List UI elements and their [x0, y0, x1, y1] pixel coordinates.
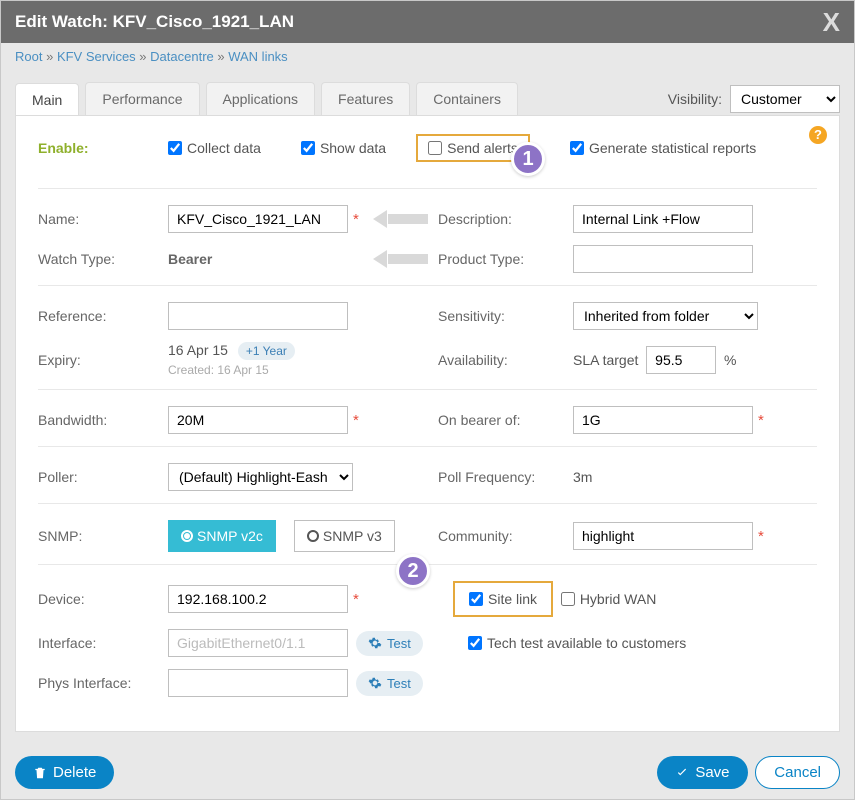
visibility-label: Visibility: — [668, 91, 722, 107]
crumb-l3[interactable]: WAN links — [228, 49, 287, 64]
close-icon[interactable]: X — [823, 9, 840, 35]
snmp-label: SNMP: — [38, 528, 168, 544]
cb-stats[interactable]: Generate statistical reports — [570, 140, 756, 156]
pfreq-label: Poll Frequency: — [438, 469, 573, 485]
name-input[interactable] — [168, 205, 348, 233]
req-marker: * — [353, 211, 359, 228]
sens-label: Sensitivity: — [438, 308, 573, 324]
desc-input[interactable] — [573, 205, 753, 233]
arrow-icon — [373, 210, 428, 228]
phys-label: Phys Interface: — [38, 675, 168, 691]
help-icon[interactable]: ? — [809, 126, 827, 144]
device-input[interactable] — [168, 585, 348, 613]
poller-label: Poller: — [38, 469, 168, 485]
arrow-icon — [373, 250, 428, 268]
device-label: Device: — [38, 591, 168, 607]
crumb-l2[interactable]: Datacentre — [150, 49, 214, 64]
delete-button[interactable]: Delete — [15, 756, 114, 789]
test-phys-button[interactable]: Test — [356, 671, 423, 696]
avail-label: Availability: — [438, 352, 573, 368]
tab-perf[interactable]: Performance — [85, 82, 199, 115]
cb-tech[interactable]: Tech test available to customers — [468, 635, 686, 651]
sens-select[interactable]: Inherited from folder — [573, 302, 758, 330]
crumb-l1[interactable]: KFV Services — [57, 49, 136, 64]
desc-label: Description: — [438, 211, 573, 227]
step-badge-1: 1 — [511, 142, 545, 176]
save-button[interactable]: Save — [657, 756, 747, 789]
bw-input[interactable] — [168, 406, 348, 434]
title-bar: Edit Watch: KFV_Cisco_1921_LAN X — [1, 1, 854, 43]
iface-label: Interface: — [38, 635, 168, 651]
cb-sitelink[interactable]: Site link — [469, 591, 537, 607]
comm-label: Community: — [438, 528, 573, 544]
comm-input[interactable] — [573, 522, 753, 550]
pct-label: % — [724, 352, 736, 368]
check-icon — [675, 766, 689, 780]
cancel-button[interactable]: Cancel — [755, 756, 840, 789]
expiry-value: 16 Apr 15 — [168, 342, 228, 358]
bw-label: Bandwidth: — [38, 412, 168, 428]
tab-feat[interactable]: Features — [321, 82, 410, 115]
wtype-label: Watch Type: — [38, 251, 168, 267]
sla-label: SLA target — [573, 352, 638, 368]
ref-input[interactable] — [168, 302, 348, 330]
poller-select[interactable]: (Default) Highlight-Eash — [168, 463, 353, 491]
cb-alerts[interactable]: Send alerts — [428, 140, 518, 156]
enable-label: Enable: — [38, 140, 168, 156]
name-label: Name: — [38, 211, 168, 227]
tab-apps[interactable]: Applications — [206, 82, 316, 115]
phys-input[interactable] — [168, 669, 348, 697]
ptype-input[interactable] — [573, 245, 753, 273]
ref-label: Reference: — [38, 308, 168, 324]
highlight-sitelink: Site link — [453, 581, 553, 617]
gear-icon — [368, 636, 382, 650]
bearer-label: On bearer of: — [438, 412, 573, 428]
crumb-root[interactable]: Root — [15, 49, 42, 64]
cb-collect[interactable]: Collect data — [168, 140, 261, 156]
tab-cont[interactable]: Containers — [416, 82, 518, 115]
tab-main[interactable]: Main — [15, 83, 79, 116]
sla-input[interactable] — [646, 346, 716, 374]
gear-icon — [368, 676, 382, 690]
ptype-label: Product Type: — [438, 251, 573, 267]
bearer-input[interactable] — [573, 406, 753, 434]
expiry-label: Expiry: — [38, 352, 168, 368]
tab-list: Main Performance Applications Features C… — [15, 82, 518, 115]
iface-input[interactable] — [168, 629, 348, 657]
snmp-v3-button[interactable]: SNMP v3 — [294, 520, 395, 552]
breadcrumb: Root » KFV Services » Datacentre » WAN l… — [1, 43, 854, 70]
visibility-select[interactable]: Customer — [730, 85, 840, 113]
created-text: Created: 16 Apr 15 — [168, 363, 438, 377]
plus-year-button[interactable]: +1 Year — [238, 342, 295, 360]
test-iface-button[interactable]: Test — [356, 631, 423, 656]
step-badge-2: 2 — [396, 554, 430, 588]
cb-show[interactable]: Show data — [301, 140, 386, 156]
trash-icon — [33, 766, 47, 780]
snmp-v2c-button[interactable]: SNMP v2c — [168, 520, 276, 552]
wtype-value: Bearer — [168, 251, 212, 267]
cb-hybrid[interactable]: Hybrid WAN — [561, 591, 657, 607]
window-title: Edit Watch: KFV_Cisco_1921_LAN — [15, 12, 294, 32]
pfreq-value: 3m — [573, 469, 592, 485]
